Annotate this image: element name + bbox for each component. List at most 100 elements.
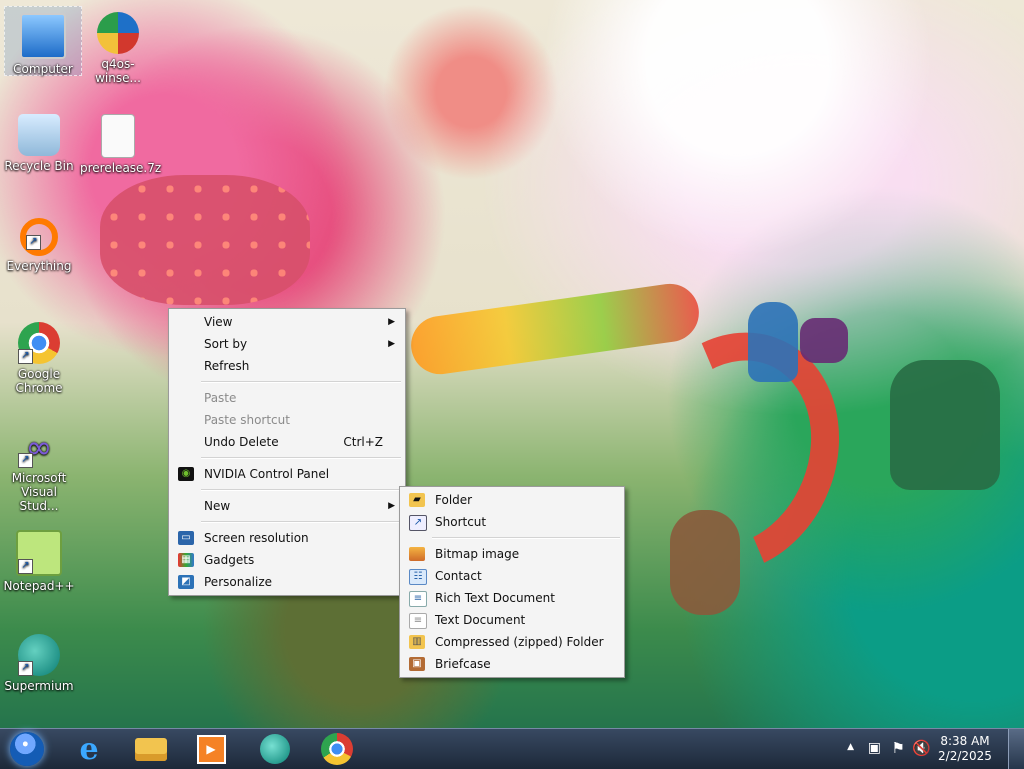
desktop-icon-visual-studio[interactable]: ∞ ↗ Microsoft Visual Stud... bbox=[1, 420, 77, 513]
shortcut-arrow-icon: ↗ bbox=[18, 559, 33, 574]
menu-item-refresh[interactable]: Refresh bbox=[171, 355, 403, 377]
shortcut-arrow-icon: ↗ bbox=[18, 453, 33, 468]
new-shortcut-item[interactable]: ↗ Shortcut bbox=[402, 511, 622, 533]
new-compressed-folder-item[interactable]: ▥ Compressed (zipped) Folder bbox=[402, 631, 622, 653]
computer-icon bbox=[20, 13, 66, 59]
menu-separator bbox=[432, 537, 620, 539]
start-button[interactable] bbox=[0, 732, 54, 766]
menu-item-label: Undo Delete bbox=[204, 435, 279, 449]
clock-time: 8:38 AM bbox=[940, 734, 990, 748]
wallpaper-blue-creature bbox=[748, 302, 798, 382]
shortcut-arrow-icon: ↗ bbox=[18, 349, 33, 364]
desktop-icon-label: q4os-winse... bbox=[95, 57, 141, 85]
menu-separator bbox=[201, 489, 401, 491]
menu-item-undo-delete[interactable]: Undo Delete Ctrl+Z bbox=[171, 431, 403, 453]
supermium-icon bbox=[260, 734, 290, 764]
briefcase-icon: ▣ bbox=[409, 657, 425, 671]
supermium-taskbar-button[interactable] bbox=[246, 732, 304, 766]
desktop-icon-label: prerelease.7z bbox=[80, 161, 162, 175]
menu-separator bbox=[201, 521, 401, 523]
text-document-icon: ≡ bbox=[409, 613, 427, 629]
new-contact-item[interactable]: ☷ Contact bbox=[402, 565, 622, 587]
clock[interactable]: 8:38 AM 2/2/2025 bbox=[936, 734, 994, 764]
menu-item-paste[interactable]: Paste bbox=[171, 387, 403, 409]
shortcut-arrow-icon: ↗ bbox=[18, 661, 33, 676]
desktop-icon-everything[interactable]: ↗ Everything bbox=[1, 212, 77, 273]
submenu-arrow-icon: ▶ bbox=[388, 339, 395, 349]
menu-item-label: Shortcut bbox=[435, 515, 487, 529]
media-player-icon: ▶ bbox=[196, 734, 226, 764]
menu-item-label: Paste bbox=[204, 391, 237, 405]
shortcut-icon: ↗ bbox=[409, 515, 427, 531]
desktop-icon-recycle-bin[interactable]: Recycle Bin bbox=[1, 108, 77, 173]
desktop-icon-computer[interactable]: Computer bbox=[4, 6, 82, 76]
menu-item-label: Contact bbox=[435, 569, 482, 583]
new-folder-item[interactable]: ▰ Folder bbox=[402, 489, 622, 511]
menu-item-label: Briefcase bbox=[435, 657, 491, 671]
wallpaper-orange-worm bbox=[407, 280, 703, 378]
desktop-icon-label: Recycle Bin bbox=[4, 159, 74, 173]
zipped-folder-icon: ▥ bbox=[409, 635, 425, 649]
internet-explorer-button[interactable]: e bbox=[60, 731, 118, 767]
action-center-flag-icon[interactable]: ⚑ bbox=[892, 739, 905, 757]
menu-separator bbox=[201, 381, 401, 383]
wallpaper-dot-cluster bbox=[100, 175, 310, 305]
menu-item-label: Folder bbox=[435, 493, 473, 507]
menu-item-gadgets[interactable]: ▦ Gadgets bbox=[171, 549, 403, 571]
desktop-icon-google-chrome[interactable]: ↗ Google Chrome bbox=[1, 316, 77, 395]
show-hidden-icons-icon[interactable]: ▲ bbox=[847, 742, 854, 752]
desktop-icon-prerelease[interactable]: prerelease.7z bbox=[80, 108, 162, 175]
new-bitmap-item[interactable]: Bitmap image bbox=[402, 543, 622, 565]
desktop-icon-supermium[interactable]: ↗ Supermium bbox=[1, 628, 77, 693]
desktop-icon-label: Computer bbox=[13, 62, 73, 76]
desktop-icon-q4os[interactable]: q4os-winse... bbox=[80, 6, 156, 85]
menu-item-label: View bbox=[204, 315, 233, 329]
shortcut-arrow-icon: ↗ bbox=[26, 235, 41, 250]
file-explorer-button[interactable] bbox=[122, 732, 180, 766]
nvidia-icon: ◉ bbox=[178, 467, 194, 481]
chrome-taskbar-button[interactable] bbox=[308, 732, 366, 766]
display-icon: ▭ bbox=[178, 531, 194, 545]
desktop-icon-notepad-plus-plus[interactable]: ↗ Notepad++ bbox=[1, 524, 77, 593]
personalize-icon: ◩ bbox=[178, 575, 194, 589]
desktop-icon-label: Everything bbox=[6, 259, 72, 273]
new-text-document-item[interactable]: ≡ Text Document bbox=[402, 609, 622, 631]
menu-item-personalize[interactable]: ◩ Personalize bbox=[171, 571, 403, 593]
contact-card-icon: ☷ bbox=[409, 569, 427, 585]
menu-item-label: Sort by bbox=[204, 337, 248, 351]
file-explorer-icon bbox=[135, 737, 167, 761]
chrome-icon bbox=[321, 733, 353, 765]
network-icon[interactable]: ▣ bbox=[868, 740, 881, 756]
menu-item-label: Gadgets bbox=[204, 553, 255, 567]
folder-icon: ▰ bbox=[409, 493, 425, 507]
menu-item-label: Bitmap image bbox=[435, 547, 520, 561]
recycle-bin-icon bbox=[18, 114, 60, 156]
menu-item-label: NVIDIA Control Panel bbox=[204, 467, 330, 481]
media-player-button[interactable]: ▶ bbox=[182, 732, 240, 766]
menu-item-paste-shortcut[interactable]: Paste shortcut bbox=[171, 409, 403, 431]
menu-item-new[interactable]: New ▶ bbox=[171, 495, 403, 517]
menu-separator bbox=[201, 457, 401, 459]
submenu-arrow-icon: ▶ bbox=[388, 317, 395, 327]
desktop-icon-label: Supermium bbox=[4, 679, 74, 693]
volume-muted-icon[interactable]: 🔇 bbox=[912, 739, 931, 757]
menu-item-screen-resolution[interactable]: ▭ Screen resolution bbox=[171, 527, 403, 549]
new-rich-text-item[interactable]: ≡ Rich Text Document bbox=[402, 587, 622, 609]
menu-item-label: New bbox=[204, 499, 231, 513]
desktop-icon-label: Notepad++ bbox=[3, 579, 75, 593]
menu-item-label: Rich Text Document bbox=[435, 591, 555, 605]
start-orb-icon bbox=[10, 732, 44, 766]
menu-item-label: Paste shortcut bbox=[204, 413, 290, 427]
show-desktop-button[interactable] bbox=[1008, 729, 1024, 769]
wallpaper-brown-creature bbox=[670, 510, 740, 615]
wallpaper-green-creature bbox=[890, 360, 1000, 490]
menu-item-label: Personalize bbox=[204, 575, 273, 589]
new-briefcase-item[interactable]: ▣ Briefcase bbox=[402, 653, 622, 675]
menu-item-sort-by[interactable]: Sort by ▶ bbox=[171, 333, 403, 355]
menu-item-view[interactable]: View ▶ bbox=[171, 311, 403, 333]
internet-explorer-icon: e bbox=[79, 731, 99, 767]
keyboard-shortcut: Ctrl+Z bbox=[343, 435, 383, 449]
desktop-context-menu: View ▶ Sort by ▶ Refresh Paste Paste short… bbox=[168, 308, 406, 596]
new-submenu: ▰ Folder ↗ Shortcut Bitmap image ☷ Contact … bbox=[399, 486, 625, 678]
menu-item-nvidia-control-panel[interactable]: ◉ NVIDIA Control Panel bbox=[171, 463, 403, 485]
